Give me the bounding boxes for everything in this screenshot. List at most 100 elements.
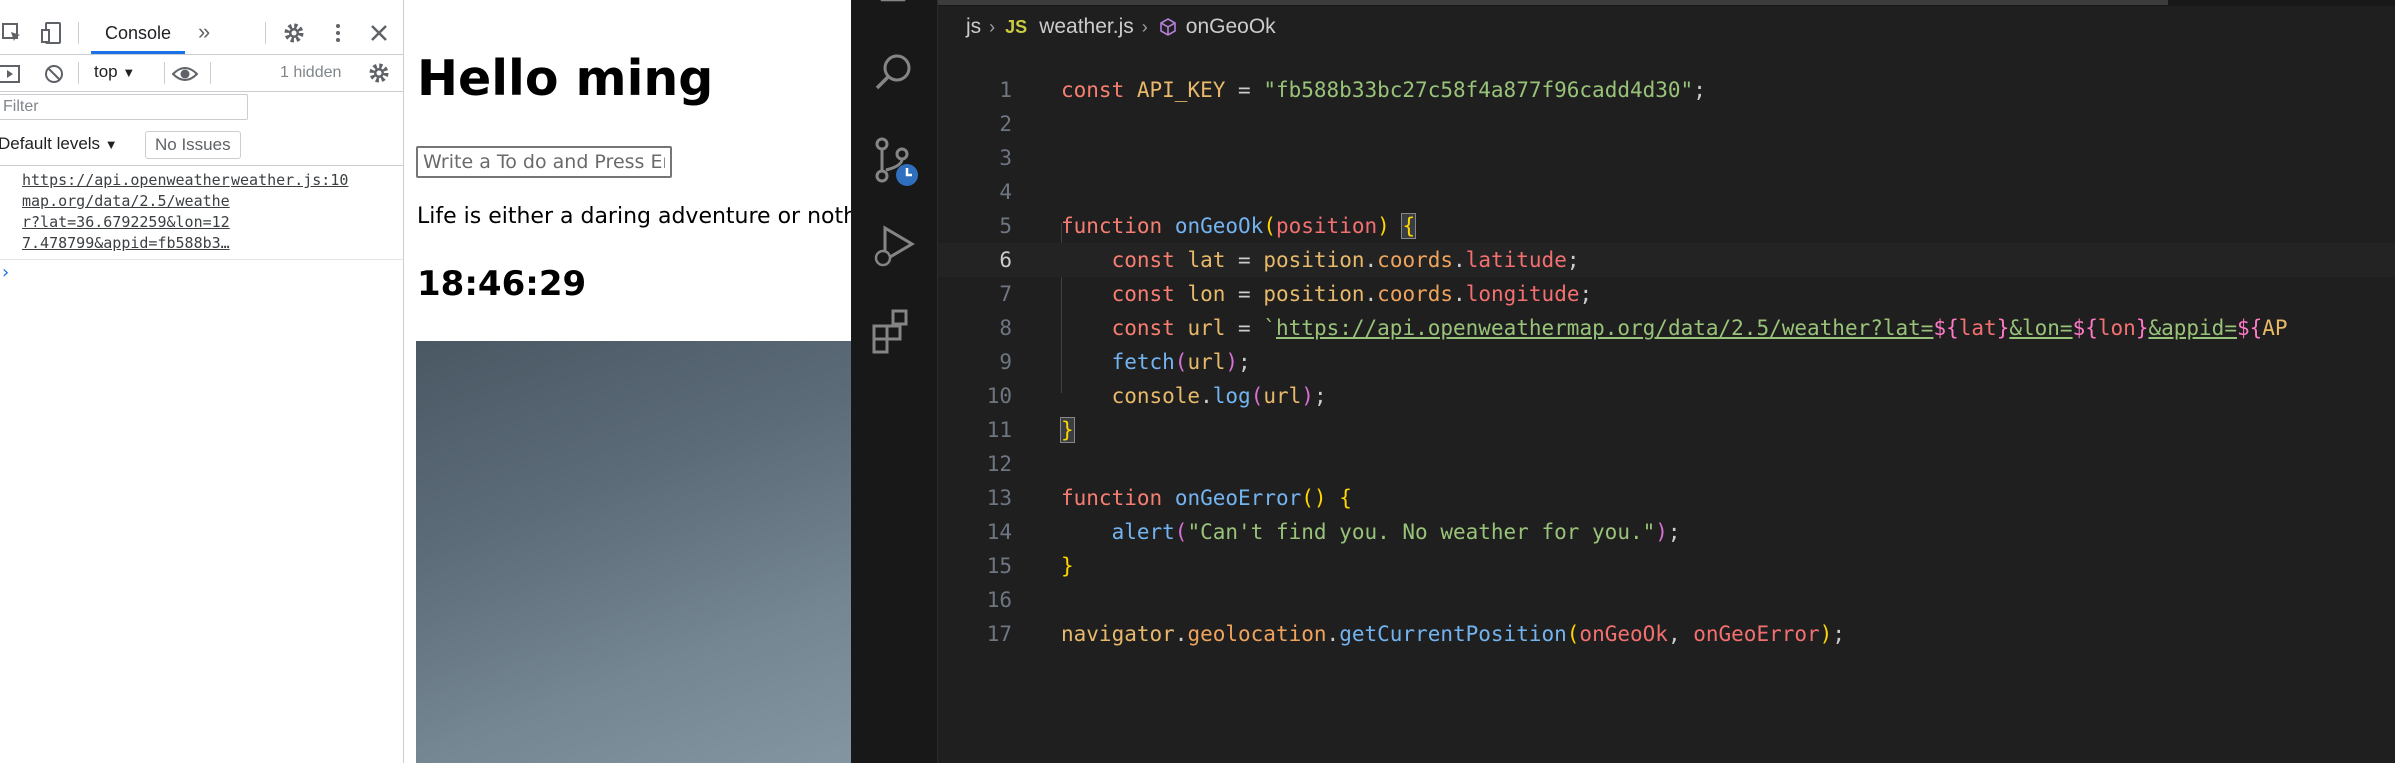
web-page: Hello ming Life is either a daring adven…: [404, 12, 852, 763]
quote-text: Life is either a daring adventure or not…: [417, 204, 852, 229]
clock: 18:46:29: [417, 264, 587, 304]
identifier: API_KEY: [1136, 78, 1226, 102]
identifier: lat: [1187, 248, 1226, 272]
function-call: getCurrentPosition: [1339, 622, 1567, 646]
toolbar-divider: [164, 62, 165, 84]
code-line: 1 const API_KEY = "fb588b33bc27c58f4a877f…: [938, 73, 2395, 107]
inspect-element-icon[interactable]: [0, 21, 24, 45]
identifier: onGeoError: [1693, 622, 1820, 646]
hidden-count: 1 hidden: [280, 64, 342, 81]
identifier: console: [1111, 384, 1201, 408]
vscode-window: js › JS weather.js › onGeoOk 1 const API_…: [851, 0, 2395, 763]
close-icon[interactable]: [367, 21, 391, 45]
line-number: 11: [986, 418, 1012, 442]
toolbar-divider: [265, 22, 266, 44]
toolbar-divider: [78, 62, 79, 84]
clear-console-icon[interactable]: [42, 62, 66, 86]
operator: =: [1225, 78, 1264, 102]
line-number: 3: [999, 146, 1012, 170]
identifier: position: [1263, 248, 1365, 272]
tab-console[interactable]: Console: [91, 20, 185, 54]
horizontal-scrollbar[interactable]: [938, 0, 2168, 5]
more-tabs-icon[interactable]: »: [198, 21, 222, 45]
property: geolocation: [1187, 622, 1327, 646]
code-line: 12: [938, 447, 2395, 481]
todo-input[interactable]: [416, 146, 672, 178]
log-levels-dropdown[interactable]: Default levels ▼: [0, 134, 118, 154]
log-message-link[interactable]: https://api.openweathermap.org/data/2.5/…: [22, 170, 232, 254]
console-prompt[interactable]: ›: [0, 262, 11, 283]
identifier: url: [1263, 384, 1302, 408]
code-line: 3: [938, 141, 2395, 175]
url-literal[interactable]: https://api.openweathermap.org/data/2.5/…: [1276, 316, 1933, 340]
activity-bar: [851, 0, 938, 763]
code-line: 7 const lon = position.coords.longitude;: [938, 277, 2395, 311]
identifier: onGeoOk: [1579, 622, 1668, 646]
more-options-icon[interactable]: [326, 21, 350, 45]
function-call: log: [1212, 384, 1251, 408]
console-settings-icon[interactable]: [367, 61, 391, 85]
chevron-right-icon: ›: [989, 16, 996, 37]
breadcrumb: js › JS weather.js › onGeoOk: [966, 14, 1276, 40]
source-control-icon[interactable]: [868, 134, 920, 186]
url-literal[interactable]: &lon=: [2009, 316, 2072, 340]
function-name: onGeoOk: [1174, 214, 1264, 238]
property: coords: [1377, 248, 1454, 272]
log-source-link[interactable]: weather.js:10: [231, 170, 348, 191]
device-toolbar-icon[interactable]: [40, 21, 64, 45]
explorer-icon[interactable]: [868, 0, 920, 10]
eye-icon[interactable]: [172, 62, 198, 86]
line-number: 13: [986, 486, 1012, 510]
line-number: 4: [999, 180, 1012, 204]
devtools-tabbar: Console »: [0, 12, 403, 55]
breadcrumb-symbol[interactable]: onGeoOk: [1186, 15, 1276, 39]
function-name: onGeoError: [1174, 486, 1302, 510]
toolbar-divider: [210, 62, 211, 84]
code-editor[interactable]: 1 const API_KEY = "fb588b33bc27c58f4a877f…: [938, 48, 2395, 763]
run-debug-icon[interactable]: [868, 220, 920, 272]
devtools-panel: Console » top ▼ 1 hidden De: [0, 0, 404, 763]
code-line: 10 console.log(url);: [938, 379, 2395, 413]
line-number: 8: [999, 316, 1012, 340]
code-line: 11}: [938, 413, 2395, 447]
line-number: 10: [986, 384, 1012, 408]
extensions-icon[interactable]: [868, 306, 920, 358]
template-expr: ${: [2236, 316, 2263, 340]
code-line: 13 function onGeoError() {: [938, 481, 2395, 515]
breadcrumb-file[interactable]: weather.js: [1039, 15, 1134, 39]
gear-icon[interactable]: [282, 21, 306, 45]
keyword: const: [1061, 78, 1125, 102]
code-line-active: 6 const lat = position.coords.latitude;: [938, 243, 2395, 277]
chevron-right-icon: ›: [1141, 16, 1148, 37]
keyword: function: [1061, 214, 1163, 238]
sidebar-toggle-icon[interactable]: [0, 62, 22, 86]
identifier: lat: [1958, 316, 1997, 340]
identifier: navigator: [1061, 622, 1175, 646]
template-expr: ${: [1933, 316, 1959, 340]
property: latitude: [1465, 248, 1567, 272]
identifier: position: [1263, 282, 1365, 306]
code-line: 4: [938, 175, 2395, 209]
identifier: url: [1187, 316, 1226, 340]
toolbar-divider: [78, 22, 79, 44]
property: coords: [1377, 282, 1454, 306]
url-literal[interactable]: &appid=: [2148, 316, 2237, 340]
line-number: 14: [986, 520, 1012, 544]
identifier: AP: [2262, 316, 2288, 340]
context-selector[interactable]: top ▼: [94, 62, 135, 82]
keyword: const: [1111, 282, 1175, 306]
console-log-entry: https://api.openweathermap.org/data/2.5/…: [0, 165, 403, 260]
console-filter-input[interactable]: [0, 94, 248, 120]
search-icon[interactable]: [868, 46, 920, 98]
keyword: const: [1111, 248, 1175, 272]
identifier: lon: [1187, 282, 1226, 306]
breadcrumb-folder[interactable]: js: [966, 15, 981, 39]
string-literal: "fb588b33bc27c58f4a877f96cadd4d30": [1263, 78, 1694, 102]
dropdown-arrow-icon: ▼: [122, 65, 136, 80]
code-line: 9 fetch(url);: [938, 345, 2395, 379]
line-number: 16: [986, 588, 1012, 612]
dropdown-arrow-icon: ▼: [104, 137, 118, 152]
line-number: 17: [986, 622, 1012, 646]
issues-button[interactable]: No Issues: [145, 131, 241, 159]
console-toolbar: top ▼ 1 hidden: [0, 55, 403, 92]
